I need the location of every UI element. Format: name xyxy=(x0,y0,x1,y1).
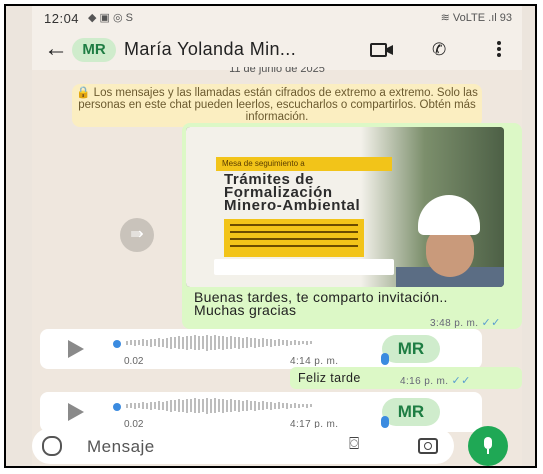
mic-icon xyxy=(381,416,389,428)
attach-icon[interactable]: ⌼ xyxy=(349,434,359,454)
status-icons: ◆ ▣ ◎ S xyxy=(88,12,133,24)
voice-duration: 0.02 xyxy=(124,356,144,367)
message-time: 4:16 p. m. ✓✓ xyxy=(400,375,471,387)
phone-screen: 12:04 ◆ ▣ ◎ S ≋ VoLTE .ıl 93 ← MR María … xyxy=(32,6,522,466)
status-bar: 12:04 ◆ ▣ ◎ S ≋ VoLTE .ıl 93 xyxy=(32,6,522,30)
image-message[interactable]: Mesa de seguimiento a Trámites de Formal… xyxy=(182,123,522,329)
message-text: Buenas tardes, te comparto invitación.. … xyxy=(194,289,448,318)
text-message[interactable]: Feliz tarde 4:16 p. m. ✓✓ xyxy=(290,367,522,389)
voice-time: 4:14 p. m. xyxy=(290,356,339,367)
screenshot-frame: 12:04 ◆ ▣ ◎ S ≋ VoLTE .ıl 93 ← MR María … xyxy=(4,4,537,468)
voice-message[interactable]: 0.02 4:14 p. m. MR xyxy=(40,329,482,369)
event-poster-image[interactable]: Mesa de seguimiento a Trámites de Formal… xyxy=(186,127,504,287)
sender-avatar: MR xyxy=(382,398,440,426)
waveform[interactable] xyxy=(126,397,360,415)
arrow-left-icon[interactable]: ← xyxy=(44,36,68,62)
sender-avatar: MR xyxy=(382,335,440,363)
voice-message[interactable]: 0.02 4:17 p. m. MR xyxy=(40,392,482,432)
contact-name[interactable]: María Yolanda Min... xyxy=(124,39,296,60)
encryption-notice[interactable]: 🔒 Los mensajes y las llamadas están cifr… xyxy=(72,84,482,127)
play-icon[interactable] xyxy=(68,403,84,421)
status-right: ≋ VoLTE .ıl 93 xyxy=(440,12,512,24)
forward-icon[interactable]: ⇛ xyxy=(120,218,154,252)
phone-icon[interactable]: ✆ xyxy=(432,40,446,60)
waveform[interactable] xyxy=(126,334,360,352)
mic-icon xyxy=(381,353,389,365)
message-composer[interactable]: Mensaje ⌼ xyxy=(32,428,454,464)
message-time: 3:48 p. m. ✓✓ xyxy=(430,317,501,329)
status-time: 12:04 xyxy=(44,11,80,26)
poster-logos xyxy=(214,259,394,275)
message-input[interactable]: Mensaje xyxy=(87,437,155,457)
poster-title: Trámites de Formalización Minero-Ambient… xyxy=(224,171,361,214)
date-chip: 11 de junio de 2025 xyxy=(229,67,325,75)
seek-handle[interactable] xyxy=(113,340,121,348)
poster-info-block xyxy=(224,219,364,257)
camera-icon[interactable] xyxy=(418,438,438,454)
chat-header: ← MR María Yolanda Min... ✆ xyxy=(32,30,522,70)
voice-record-button[interactable] xyxy=(468,426,508,466)
play-icon[interactable] xyxy=(68,340,84,358)
poster-band: Mesa de seguimiento a xyxy=(216,157,392,171)
read-ticks-icon: ✓✓ xyxy=(451,375,471,387)
emoji-icon[interactable] xyxy=(42,436,62,456)
avatar[interactable]: MR xyxy=(72,38,116,62)
more-vertical-icon[interactable] xyxy=(496,39,502,59)
message-text: Feliz tarde xyxy=(298,371,361,385)
read-ticks-icon: ✓✓ xyxy=(481,317,501,329)
seek-handle[interactable] xyxy=(113,403,121,411)
video-icon[interactable] xyxy=(370,42,394,58)
